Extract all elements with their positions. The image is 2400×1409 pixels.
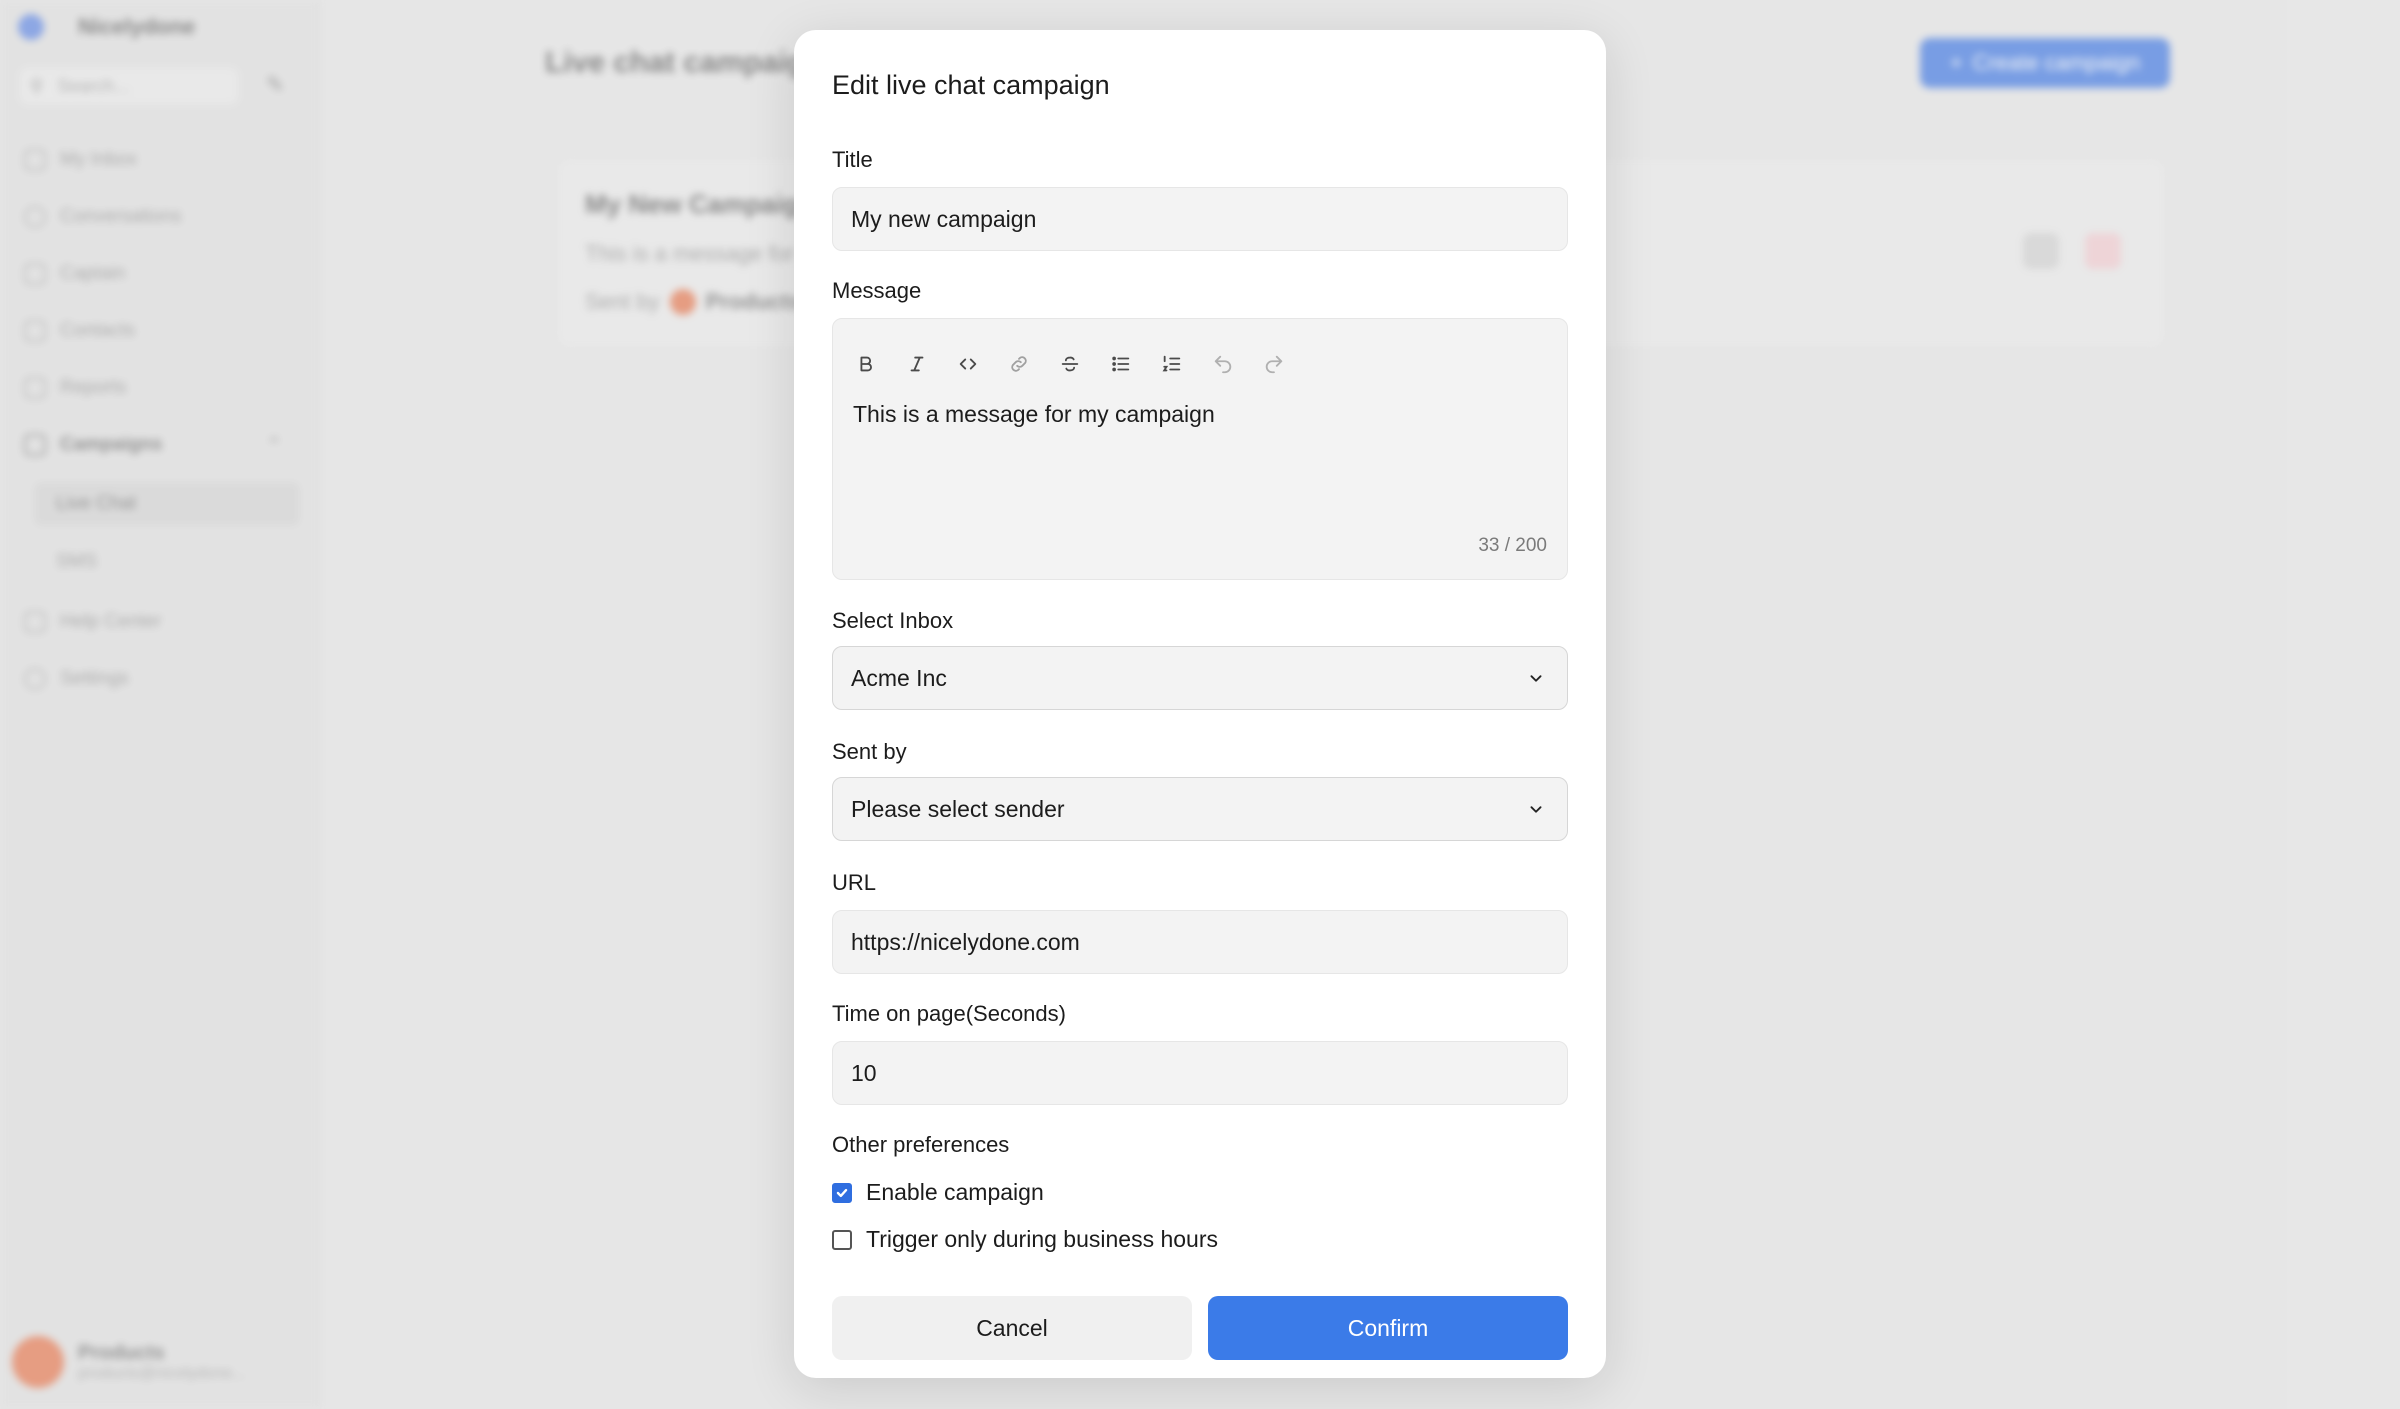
editor-toolbar xyxy=(851,349,1288,378)
business-hours-checkbox[interactable] xyxy=(832,1229,852,1250)
inbox-select-value: Acme Inc xyxy=(851,664,947,691)
title-input[interactable]: My new campaign xyxy=(832,187,1568,251)
enable-campaign-checkbox[interactable] xyxy=(832,1182,852,1203)
confirm-button[interactable]: Confirm xyxy=(1208,1296,1568,1360)
sender-select[interactable]: Please select sender xyxy=(832,777,1568,841)
dialog-title: Edit live chat campaign xyxy=(832,70,1110,100)
enable-campaign-label: Enable campaign xyxy=(866,1179,1044,1205)
chevron-down-icon xyxy=(1525,667,1547,695)
strikethrough-icon[interactable] xyxy=(1055,349,1084,378)
character-counter: 33 / 200 xyxy=(1478,535,1547,556)
italic-icon[interactable] xyxy=(902,349,931,378)
message-label: Message xyxy=(832,278,922,303)
bold-icon[interactable] xyxy=(851,349,880,378)
business-hours-option[interactable]: Trigger only during business hours xyxy=(832,1226,1218,1253)
bullet-list-icon[interactable] xyxy=(1106,349,1135,378)
redo-icon[interactable] xyxy=(1259,349,1288,378)
other-preferences-label: Other preferences xyxy=(832,1132,1010,1157)
inbox-label: Select Inbox xyxy=(832,608,954,633)
enable-campaign-option[interactable]: Enable campaign xyxy=(832,1179,1044,1206)
url-label: URL xyxy=(832,870,877,895)
title-label: Title xyxy=(832,147,873,172)
sender-label: Sent by xyxy=(832,739,907,764)
undo-icon[interactable] xyxy=(1208,349,1237,378)
url-input[interactable]: https://nicelydone.com xyxy=(832,910,1568,974)
message-text: This is a message for my campaign xyxy=(853,401,1215,427)
time-on-page-input[interactable]: 10 xyxy=(832,1041,1568,1105)
cancel-button[interactable]: Cancel xyxy=(832,1296,1192,1360)
code-icon[interactable] xyxy=(953,349,982,378)
sender-select-value: Please select sender xyxy=(851,795,1065,822)
message-editor[interactable]: This is a message for my campaign 33 / 2… xyxy=(832,318,1568,580)
link-icon[interactable] xyxy=(1004,349,1033,378)
chevron-down-icon xyxy=(1525,798,1547,826)
time-on-page-label: Time on page(Seconds) xyxy=(832,1001,1066,1026)
business-hours-label: Trigger only during business hours xyxy=(866,1226,1218,1252)
inbox-select[interactable]: Acme Inc xyxy=(832,646,1568,710)
edit-campaign-dialog: Edit live chat campaign Title My new cam… xyxy=(794,30,1606,1378)
ordered-list-icon[interactable] xyxy=(1157,349,1186,378)
